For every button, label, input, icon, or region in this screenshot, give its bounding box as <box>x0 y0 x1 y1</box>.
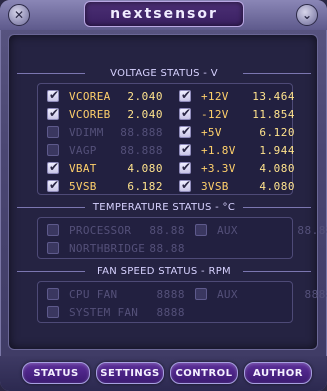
voltage-left-vagp-label: VAGP <box>69 143 97 157</box>
voltage-left-5vsb-value: 6.182 <box>127 179 163 193</box>
voltage-right--12v-row: -12V 11.854 <box>179 106 295 121</box>
fan-aux-checkbox <box>195 288 207 300</box>
tab-status[interactable]: STATUS <box>22 362 90 384</box>
voltage-right--5v-row: +5V 6.120 <box>179 124 295 139</box>
fan-system-value: 8888 <box>156 305 185 319</box>
temp-northbridge-row: NORTHBRIDGE 88.88 <box>47 241 185 255</box>
double-chevron-down-icon[interactable]: ⌄ <box>296 4 318 26</box>
fan-system-checkbox <box>47 306 59 318</box>
fan-cpu-checkbox <box>47 288 59 300</box>
fan-aux-value: 8888 <box>304 287 327 301</box>
close-icon[interactable]: ✕ <box>8 4 30 26</box>
voltage-right--1-8v-checkbox[interactable] <box>179 142 191 156</box>
voltage-right-3vsb-label: 3VSB <box>201 179 229 193</box>
voltage-right--12v-label: -12V <box>201 107 229 121</box>
fan-speed-status-header: FAN SPEED STATUS - RPM <box>9 263 319 279</box>
voltage-right--1-8v-label: +1.8V <box>201 143 236 157</box>
temp-processor-row: PROCESSOR 88.88 <box>47 223 185 237</box>
voltage-left-vcoreb-row: VCOREB 2.040 <box>47 106 163 121</box>
voltage-left-vcorea-checkbox[interactable] <box>47 88 59 102</box>
temperature-status-title: TEMPERATURE STATUS - °C <box>86 201 242 213</box>
voltage-right-3vsb-value: 4.080 <box>259 179 295 193</box>
voltage-right--12v-checkbox[interactable] <box>179 106 191 120</box>
title-bar[interactable]: ✕ nextsensor ⌄ <box>0 0 327 30</box>
voltage-left-vdimm-label: VDIMM <box>69 125 104 139</box>
voltage-left-vdimm-value: 88.888 <box>120 125 163 139</box>
fan-cpu-value: 8888 <box>156 287 185 301</box>
tab-settings[interactable]: SETTINGS <box>96 362 164 384</box>
temp-processor-value: 88.88 <box>149 223 185 237</box>
temp-aux-label: AUX <box>217 223 238 237</box>
fan-system-row: SYSTEM FAN 8888 <box>47 305 185 319</box>
voltage-left-vbat-checkbox[interactable] <box>47 160 59 174</box>
fan-speed-status-title: FAN SPEED STATUS - RPM <box>91 265 237 277</box>
voltage-left-vdimm-checkbox <box>47 126 59 138</box>
header-divider-left <box>17 73 85 74</box>
voltage-left-vagp-checkbox <box>47 144 59 156</box>
voltage-right--12v-label: +12V <box>201 89 229 103</box>
voltage-left-vcorea-row: VCOREA 2.040 <box>47 88 163 103</box>
temp-aux-row: AUX 88.88 <box>195 223 327 237</box>
voltage-left-5vsb-row: 5VSB 6.182 <box>47 178 163 193</box>
temp-aux-checkbox <box>195 224 207 236</box>
voltage-right-3vsb-checkbox[interactable] <box>179 178 191 192</box>
voltage-right--5v-value: 6.120 <box>259 125 295 139</box>
voltage-left-vcoreb-checkbox[interactable] <box>47 106 59 120</box>
tab-control[interactable]: CONTROL <box>170 362 238 384</box>
header-divider-right <box>243 271 311 272</box>
voltage-left-vbat-row: VBAT 4.080 <box>47 160 163 175</box>
temp-northbridge-value: 88.88 <box>149 241 185 255</box>
voltage-left-vdimm-row: VDIMM 88.888 <box>47 125 163 139</box>
voltage-right--12v-value: 11.854 <box>252 107 295 121</box>
voltage-right--5v-label: +5V <box>201 125 222 139</box>
voltage-left-vagp-row: VAGP 88.888 <box>47 143 163 157</box>
voltage-right--12v-row: +12V 13.464 <box>179 88 295 103</box>
temp-aux-value: 88.88 <box>297 223 327 237</box>
temp-northbridge-label: NORTHBRIDGE <box>69 241 146 255</box>
header-divider-right <box>243 207 311 208</box>
header-divider-left <box>17 207 85 208</box>
voltage-left-vcorea-value: 2.040 <box>127 89 163 103</box>
voltage-left-vbat-value: 4.080 <box>127 161 163 175</box>
voltage-right--12v-checkbox[interactable] <box>179 88 191 102</box>
voltage-right-3vsb-row: 3VSB 4.080 <box>179 178 295 193</box>
tab-author[interactable]: AUTHOR <box>244 362 312 384</box>
temp-northbridge-checkbox <box>47 242 59 254</box>
voltage-left-vbat-label: VBAT <box>69 161 97 175</box>
app-title: nextsensor <box>110 6 218 22</box>
voltage-right--3-3v-label: +3.3V <box>201 161 236 175</box>
voltage-left-vcoreb-label: VCOREB <box>69 107 111 121</box>
voltage-right--5v-checkbox[interactable] <box>179 124 191 138</box>
voltage-left-5vsb-label: 5VSB <box>69 179 97 193</box>
voltage-right--12v-value: 13.464 <box>252 89 295 103</box>
voltage-right--3-3v-checkbox[interactable] <box>179 160 191 174</box>
voltage-right--3-3v-value: 4.080 <box>259 161 295 175</box>
voltage-right--1-8v-row: +1.8V 1.944 <box>179 142 295 157</box>
header-divider-left <box>17 271 85 272</box>
temperature-status-header: TEMPERATURE STATUS - °C <box>9 199 319 215</box>
fan-system-label: SYSTEM FAN <box>69 305 139 319</box>
voltage-status-header: VOLTAGE STATUS - V <box>9 65 319 81</box>
voltage-left-vagp-value: 88.888 <box>120 143 163 157</box>
voltage-left-vcorea-label: VCOREA <box>69 89 111 103</box>
status-panel: VOLTAGE STATUS - V VCOREA 2.040 VCOREB 2.04… <box>8 34 327 350</box>
fan-cpu-row: CPU FAN 8888 <box>47 287 185 301</box>
fan-cpu-label: CPU FAN <box>69 287 118 301</box>
voltage-right--1-8v-value: 1.944 <box>259 143 295 157</box>
voltage-left-vcoreb-value: 2.040 <box>127 107 163 121</box>
fan-aux-label: AUX <box>217 287 238 301</box>
temp-processor-checkbox <box>47 224 59 236</box>
voltage-left-5vsb-checkbox[interactable] <box>47 178 59 192</box>
voltage-right--3-3v-row: +3.3V 4.080 <box>179 160 295 175</box>
temp-processor-label: PROCESSOR <box>69 223 132 237</box>
voltage-status-title: VOLTAGE STATUS - V <box>104 67 224 79</box>
app-title-tab: nextsensor <box>84 1 244 27</box>
fan-aux-row: AUX 8888 <box>195 287 327 301</box>
header-divider-right <box>243 73 311 74</box>
